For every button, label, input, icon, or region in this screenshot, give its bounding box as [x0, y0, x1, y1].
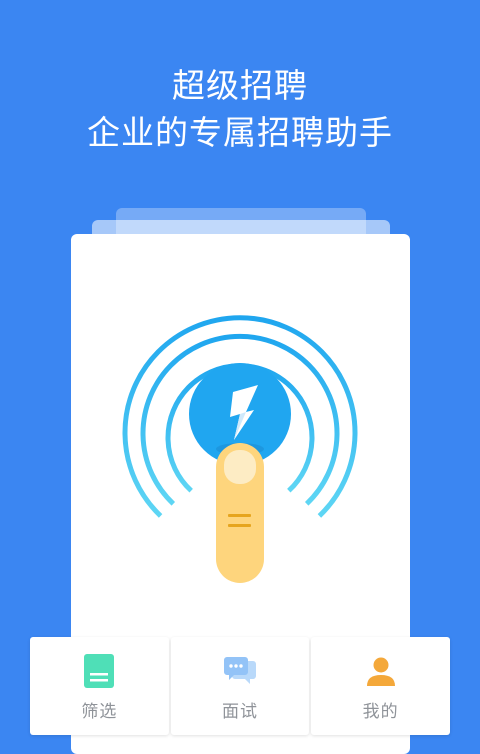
tab-interview[interactable]: 面试	[170, 637, 310, 735]
bottom-tab-bar: 筛选 面试 我的	[30, 637, 451, 735]
pointing-finger-icon	[216, 443, 264, 583]
person-icon	[366, 657, 395, 686]
tab-filter-label: 筛选	[81, 702, 118, 722]
tab-filter[interactable]: 筛选	[30, 637, 169, 735]
chat-bubbles-icon	[224, 657, 256, 684]
headline-subtitle: 企业的专属招聘助手	[87, 113, 393, 152]
tab-profile[interactable]: 我的	[311, 637, 451, 735]
filter-card-icon	[84, 654, 115, 688]
headline-title: 超级招聘	[172, 66, 308, 105]
tab-interview-label: 面试	[222, 702, 258, 722]
tab-profile-label: 我的	[362, 702, 399, 722]
tap-signal-illustration	[122, 315, 358, 583]
